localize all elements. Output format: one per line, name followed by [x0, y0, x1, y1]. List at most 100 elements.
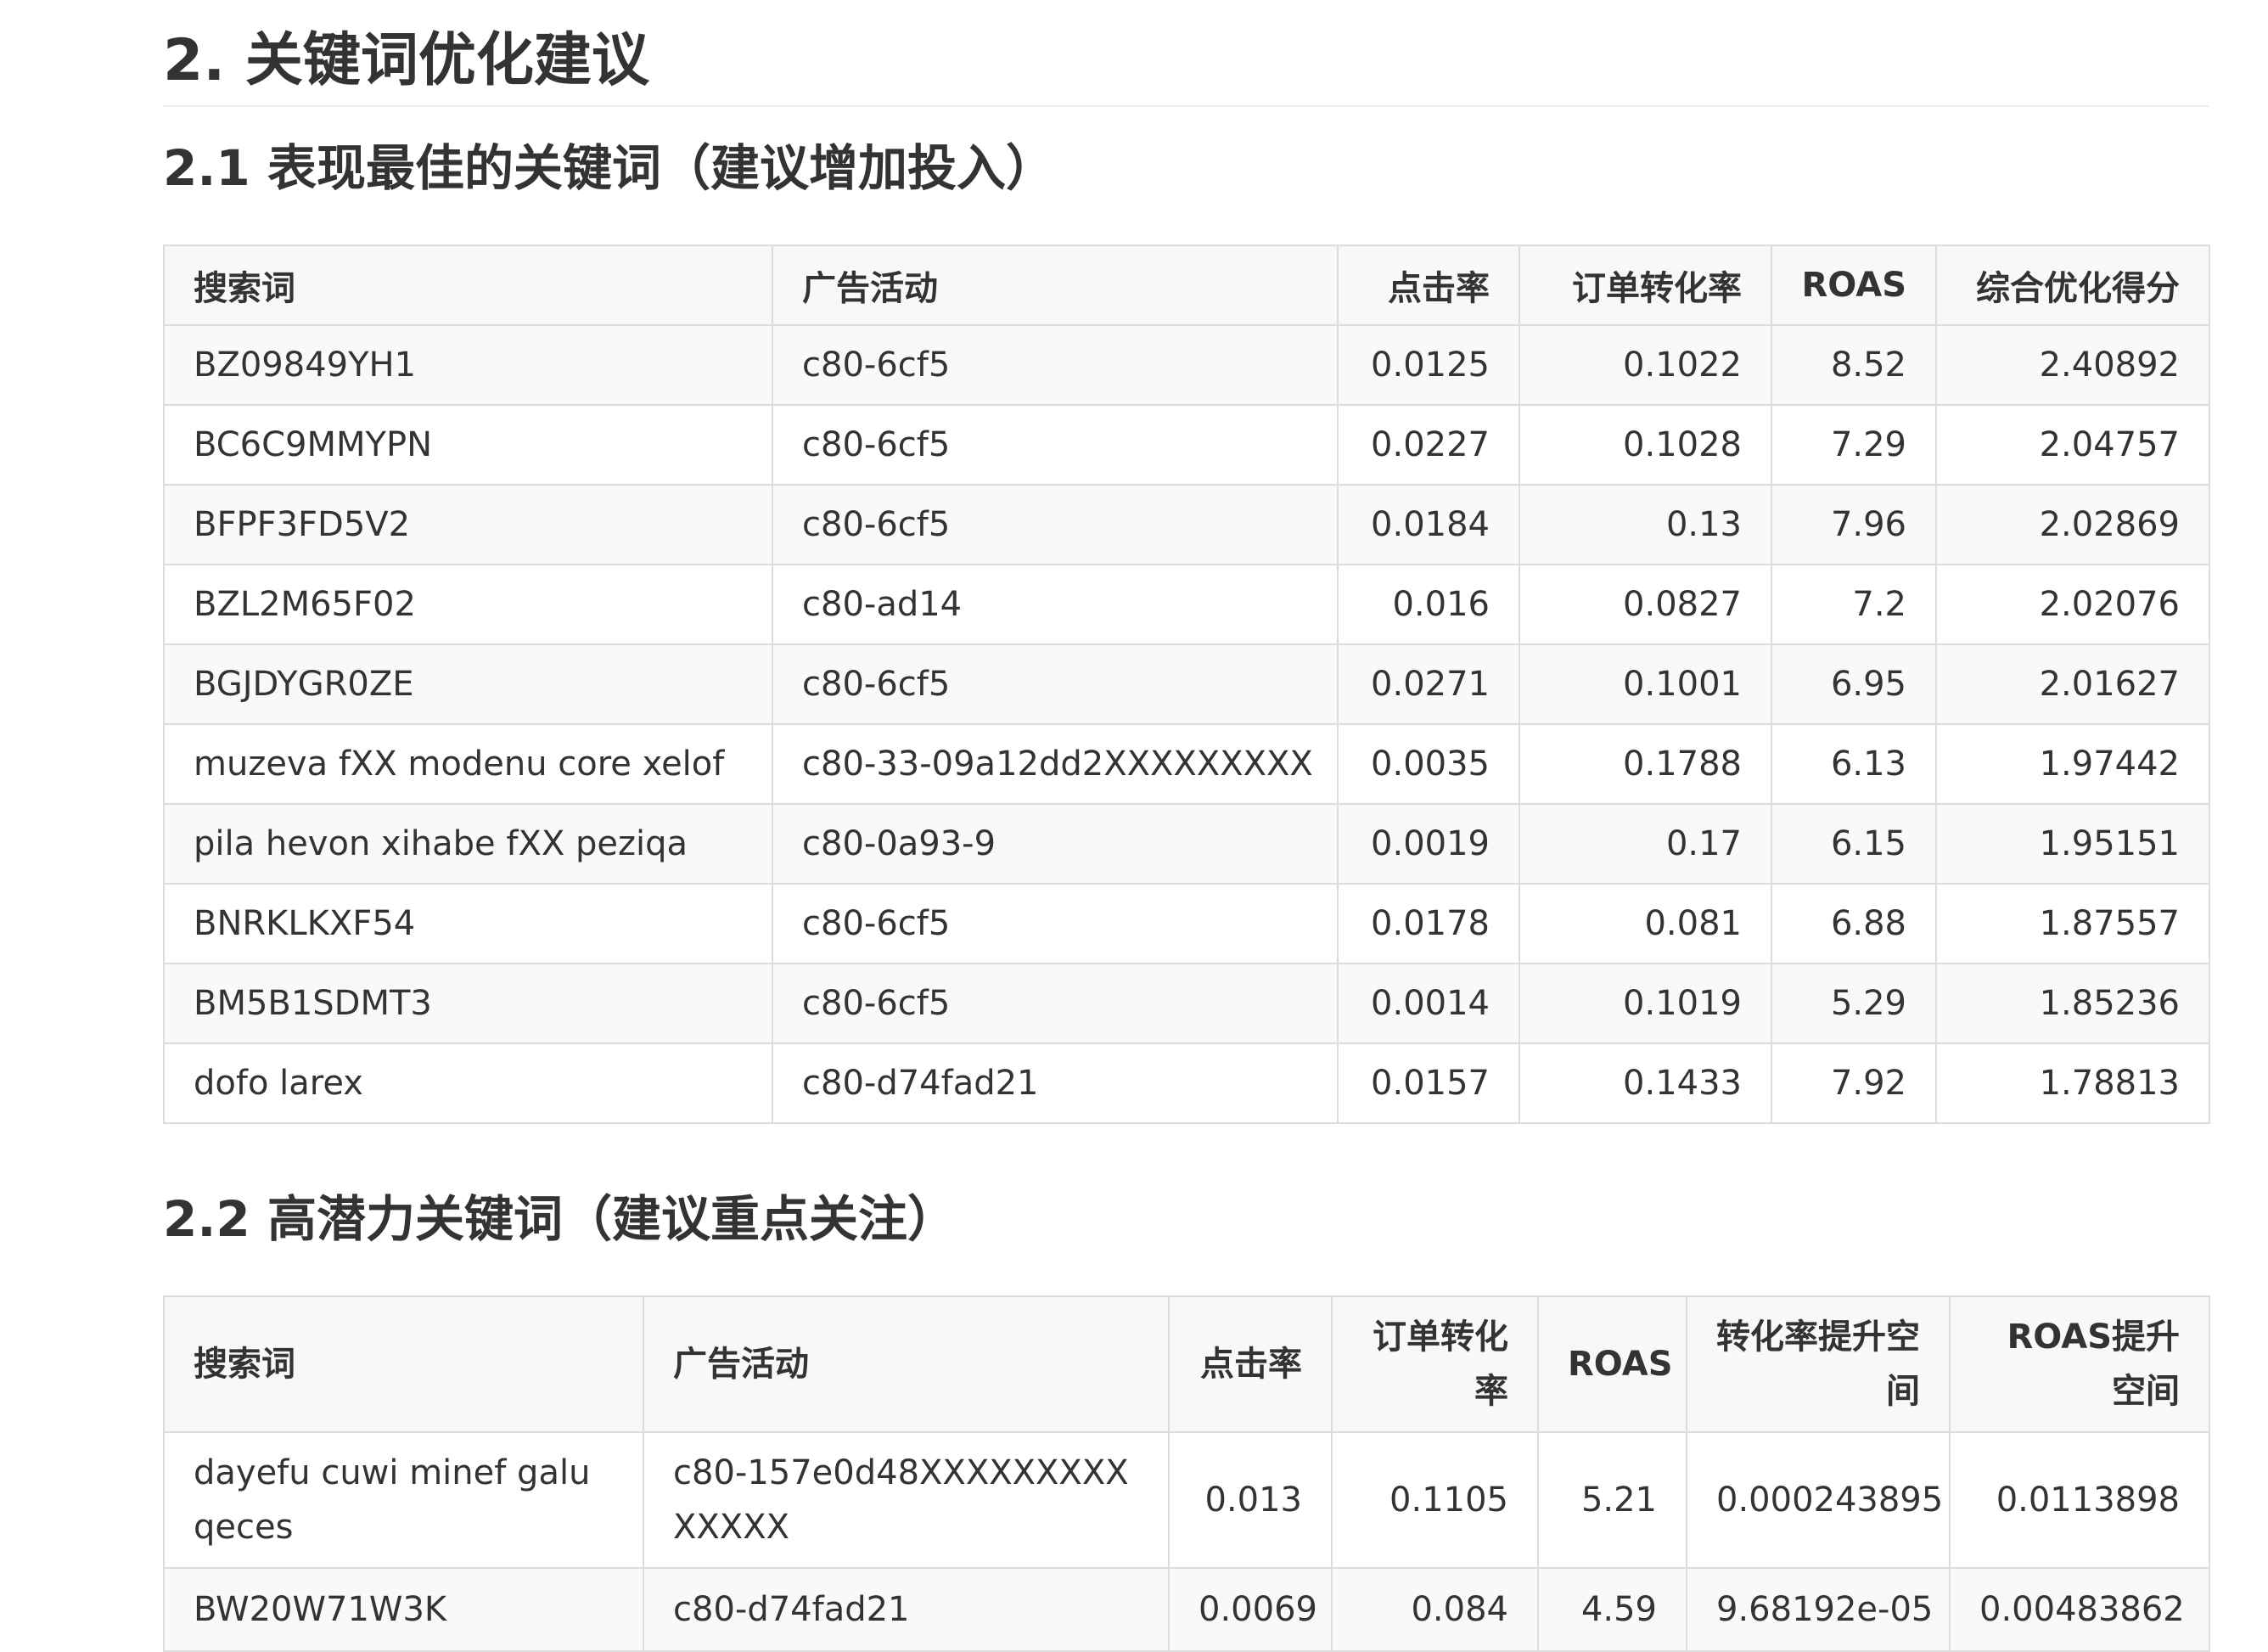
cell-ctr: 0.013	[1168, 1431, 1333, 1569]
cell-conversion-rate: 0.1022	[1519, 324, 1772, 406]
cell-search-term: pila hevon xihabe fXX peziqa	[163, 803, 773, 885]
cell-conversion-uplift: 9.68192e-05	[1686, 1567, 1951, 1652]
cell-campaign: c80-33-09a12dd2XXXXXXXXX	[772, 723, 1339, 805]
cell-score: 2.01627	[1935, 643, 2210, 725]
table-row: BGJDYGR0ZE c80-6cf5 0.0271 0.1001 6.95 2…	[163, 643, 2210, 725]
cell-search-term: BZ09849YH1	[163, 324, 773, 406]
cell-conversion-rate: 0.1001	[1519, 643, 1772, 725]
column-header-campaign: 广告活动	[643, 1295, 1170, 1433]
cell-roas: 5.21	[1537, 1431, 1687, 1569]
column-header-score: 综合优化得分	[1935, 244, 2210, 326]
cell-campaign: c80-ad14	[772, 564, 1339, 645]
cell-campaign: c80-6cf5	[772, 963, 1339, 1044]
table-row: dofo larex c80-d74fad21 0.0157 0.1433 7.…	[163, 1042, 2210, 1124]
cell-conversion-rate: 0.1105	[1331, 1431, 1539, 1569]
subtitle-top-keywords: 2.1 表现最佳的关键词（建议增加投入）	[163, 139, 1055, 197]
column-header-conversion-rate: 订单转化率	[1519, 244, 1772, 326]
column-header-conversion-rate: 订单转化率	[1331, 1295, 1539, 1433]
cell-campaign: c80-157e0d48XXXXXXXXXXXXXX	[643, 1431, 1170, 1569]
table-row: BFPF3FD5V2 c80-6cf5 0.0184 0.13 7.96 2.0…	[163, 484, 2210, 565]
cell-roas: 7.96	[1771, 484, 1937, 565]
cell-campaign: c80-d74fad21	[772, 1042, 1339, 1124]
cell-ctr: 0.0014	[1337, 963, 1520, 1044]
cell-score: 2.02869	[1935, 484, 2210, 565]
cell-campaign: c80-6cf5	[772, 883, 1339, 964]
column-header-search-term: 搜索词	[163, 244, 773, 326]
cell-score: 2.04757	[1935, 404, 2210, 486]
cell-score: 1.95151	[1935, 803, 2210, 885]
cell-ctr: 0.0035	[1337, 723, 1520, 805]
table-row: BM5B1SDMT3 c80-6cf5 0.0014 0.1019 5.29 1…	[163, 963, 2210, 1044]
table-row: muzeva fXX modenu core xelof c80-33-09a1…	[163, 723, 2210, 805]
cell-roas: 4.59	[1537, 1567, 1687, 1652]
cell-conversion-rate: 0.1028	[1519, 404, 1772, 486]
table-row: BNRKLKXF54 c80-6cf5 0.0178 0.081 6.88 1.…	[163, 883, 2210, 964]
cell-conversion-rate: 0.1019	[1519, 963, 1772, 1044]
cell-roas: 6.95	[1771, 643, 1937, 725]
cell-conversion-rate: 0.081	[1519, 883, 1772, 964]
cell-ctr: 0.0184	[1337, 484, 1520, 565]
cell-conversion-rate: 0.13	[1519, 484, 1772, 565]
table-row: BW20W71W3K c80-d74fad21 0.0069 0.084 4.5…	[163, 1567, 2210, 1652]
cell-ctr: 0.0019	[1337, 803, 1520, 885]
cell-roas: 6.15	[1771, 803, 1937, 885]
column-header-ctr: 点击率	[1168, 1295, 1333, 1433]
cell-score: 2.40892	[1935, 324, 2210, 406]
cell-score: 1.85236	[1935, 963, 2210, 1044]
cell-conversion-rate: 0.1788	[1519, 723, 1772, 805]
cell-campaign: c80-6cf5	[772, 484, 1339, 565]
section-title: 2. 关键词优化建议	[163, 20, 2209, 107]
cell-search-term: BNRKLKXF54	[163, 883, 773, 964]
table-header-row: 搜索词 广告活动 点击率 订单转化率 ROAS 转化率提升空间 ROAS提升空间	[163, 1295, 2210, 1433]
table-row: BC6C9MMYPN c80-6cf5 0.0227 0.1028 7.29 2…	[163, 404, 2210, 486]
table-row: pila hevon xihabe fXX peziqa c80-0a93-9 …	[163, 803, 2210, 885]
cell-conversion-rate: 0.1433	[1519, 1042, 1772, 1124]
cell-ctr: 0.0227	[1337, 404, 1520, 486]
cell-search-term: BFPF3FD5V2	[163, 484, 773, 565]
cell-ctr: 0.0271	[1337, 643, 1520, 725]
cell-ctr: 0.016	[1337, 564, 1520, 645]
cell-ctr: 0.0157	[1337, 1042, 1520, 1124]
cell-roas-uplift: 0.0113898	[1949, 1431, 2210, 1569]
cell-roas: 7.2	[1771, 564, 1937, 645]
table-row: BZL2M65F02 c80-ad14 0.016 0.0827 7.2 2.0…	[163, 564, 2210, 645]
column-header-conversion-uplift: 转化率提升空间	[1686, 1295, 1951, 1433]
cell-roas-uplift: 0.00483862	[1949, 1567, 2210, 1652]
table-row: dayefu cuwi minef galu qeces c80-157e0d4…	[163, 1431, 2210, 1569]
cell-search-term: BW20W71W3K	[163, 1567, 644, 1652]
cell-roas: 7.29	[1771, 404, 1937, 486]
cell-conversion-rate: 0.0827	[1519, 564, 1772, 645]
cell-ctr: 0.0125	[1337, 324, 1520, 406]
cell-conversion-rate: 0.17	[1519, 803, 1772, 885]
cell-roas: 6.88	[1771, 883, 1937, 964]
column-header-roas: ROAS	[1537, 1295, 1687, 1433]
high-potential-keywords-table: 搜索词 广告活动 点击率 订单转化率 ROAS 转化率提升空间 ROAS提升空间…	[163, 1295, 2210, 1652]
column-header-ctr: 点击率	[1337, 244, 1520, 326]
column-header-campaign: 广告活动	[772, 244, 1339, 326]
top-keywords-table: 搜索词 广告活动 点击率 订单转化率 ROAS 综合优化得分 BZ09849YH…	[163, 244, 2210, 1124]
cell-campaign: c80-6cf5	[772, 404, 1339, 486]
column-header-roas: ROAS	[1771, 244, 1937, 326]
cell-search-term: BC6C9MMYPN	[163, 404, 773, 486]
table-header-row: 搜索词 广告活动 点击率 订单转化率 ROAS 综合优化得分	[163, 244, 2210, 326]
cell-roas: 5.29	[1771, 963, 1937, 1044]
cell-score: 2.02076	[1935, 564, 2210, 645]
cell-conversion-rate: 0.084	[1331, 1567, 1539, 1652]
cell-search-term: dofo larex	[163, 1042, 773, 1124]
table-row: BZ09849YH1 c80-6cf5 0.0125 0.1022 8.52 2…	[163, 324, 2210, 406]
cell-campaign: c80-0a93-9	[772, 803, 1339, 885]
column-header-search-term: 搜索词	[163, 1295, 644, 1433]
subtitle-high-potential-keywords: 2.2 高潜力关键词（建议重点关注）	[163, 1190, 957, 1248]
cell-score: 1.78813	[1935, 1042, 2210, 1124]
cell-conversion-uplift: 0.000243895	[1686, 1431, 1951, 1569]
column-header-roas-uplift: ROAS提升空间	[1949, 1295, 2210, 1433]
cell-ctr: 0.0069	[1168, 1567, 1333, 1652]
cell-ctr: 0.0178	[1337, 883, 1520, 964]
cell-search-term: BM5B1SDMT3	[163, 963, 773, 1044]
cell-roas: 6.13	[1771, 723, 1937, 805]
cell-roas: 7.92	[1771, 1042, 1937, 1124]
cell-score: 1.97442	[1935, 723, 2210, 805]
cell-score: 1.87557	[1935, 883, 2210, 964]
cell-campaign: c80-6cf5	[772, 643, 1339, 725]
cell-search-term: BZL2M65F02	[163, 564, 773, 645]
